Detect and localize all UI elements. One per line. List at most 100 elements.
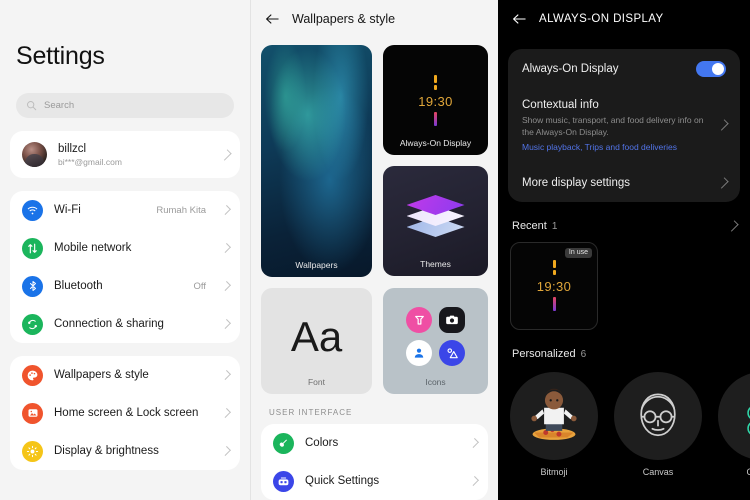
list-item[interactable]: Canvas	[614, 371, 702, 477]
contacts-icon	[406, 340, 432, 366]
contextual-info-title: Contextual info	[522, 99, 599, 111]
three-panel-screenshot: Settings Search billzcl bi***@gmail.com	[0, 0, 750, 500]
back-arrow-icon[interactable]	[512, 13, 527, 25]
list-item-quick-settings[interactable]: Quick Settings	[261, 462, 488, 500]
bitmoji-avatar-icon	[510, 371, 598, 460]
sidebar-item-bluetooth[interactable]: Bluetooth Off	[10, 267, 240, 305]
list-item-colors[interactable]: Colors	[261, 424, 488, 462]
aod-preview-time: 19:30	[536, 279, 572, 295]
account-row[interactable]: billzcl bi***@gmail.com	[10, 131, 240, 178]
sidebar-item-mobile-network[interactable]: Mobile network	[10, 229, 240, 267]
tile-caption: Wallpapers	[295, 260, 338, 270]
sidebar-item-home-lock-screen[interactable]: Home screen & Lock screen	[10, 394, 240, 432]
sidebar-item-wifi[interactable]: Wi-Fi Rumah Kita	[10, 191, 240, 229]
always-on-display-tile[interactable]: 19:30 Always-On Display	[383, 45, 488, 155]
connection-sharing-icon	[22, 313, 43, 335]
contextual-info-row[interactable]: Contextual info Show music, transport, a…	[522, 89, 729, 164]
chevron-right-icon	[727, 220, 739, 232]
sidebar-item-label: Wallpapers & style	[54, 369, 149, 381]
font-tile[interactable]: Aa Font	[261, 288, 372, 394]
aod-preview-time: 19:30	[418, 93, 453, 109]
image-icon	[22, 402, 43, 424]
search-input[interactable]: Search	[16, 93, 234, 118]
connectivity-group: Wi-Fi Rumah Kita Mobile network Bluetoot…	[10, 191, 240, 343]
sidebar-item-label: Wi-Fi	[54, 204, 81, 216]
page-title: Settings	[16, 42, 105, 70]
sidebar-item-label: Connection & sharing	[54, 318, 164, 330]
chevron-right-icon	[469, 438, 479, 448]
list-item-label: Bitmoji	[540, 466, 568, 477]
appbar: Wallpapers & style	[251, 0, 498, 37]
more-display-settings-row[interactable]: More display settings	[522, 164, 729, 202]
wallpapers-tile[interactable]: Wallpapers	[261, 45, 372, 277]
floral-pattern-icon	[718, 371, 750, 460]
themes-tile[interactable]: Themes	[383, 166, 488, 276]
sidebar-item-connection-sharing[interactable]: Connection & sharing	[10, 305, 240, 343]
status-badge: In use	[564, 247, 592, 258]
recent-aod-card[interactable]: In use 19:30	[510, 241, 598, 330]
sidebar-item-label: Mobile network	[54, 242, 132, 254]
sidebar-item-wallpapers-style[interactable]: Wallpapers & style	[10, 356, 240, 394]
color-brush-icon	[273, 432, 294, 454]
personalized-title: Personalized	[512, 347, 576, 360]
chevron-right-icon	[221, 408, 231, 418]
icon-pack-preview	[406, 307, 465, 366]
always-on-display-toggle[interactable]	[696, 61, 726, 77]
recent-section-header[interactable]: Recent 1	[498, 202, 750, 232]
sidebar-item-display-brightness[interactable]: Display & brightness	[10, 432, 240, 470]
personalization-group: Wallpapers & style Home screen & Lock sc…	[10, 356, 240, 470]
wifi-icon	[22, 199, 43, 221]
list-item[interactable]: Custom	[718, 371, 750, 477]
contextual-info-link[interactable]: Music playback, Trips and food deliverie…	[522, 142, 706, 152]
icons-tile[interactable]: Icons	[383, 288, 488, 394]
face-sketch-icon	[614, 371, 702, 460]
account-card[interactable]: billzcl bi***@gmail.com	[10, 131, 240, 178]
chevron-right-icon	[221, 370, 231, 380]
personalized-title-wrap: Personalized 6	[512, 348, 736, 360]
recent-title-wrap: Recent 1	[512, 220, 724, 232]
wallpapers-style-panel: Wallpapers & style Wallpapers 19:30 Alwa…	[250, 0, 498, 500]
list-item[interactable]: Bitmoji	[510, 371, 598, 477]
section-label-user-interface: USER INTERFACE	[269, 408, 353, 417]
font-sample: Aa	[290, 313, 343, 360]
always-on-display-toggle-row[interactable]: Always-On Display	[522, 49, 726, 89]
avatar	[22, 142, 47, 167]
palette-icon	[22, 364, 43, 386]
style-tiles-row2: Aa Font Icons	[251, 277, 498, 394]
layers-icon	[406, 195, 465, 241]
account-email: bi***@gmail.com	[58, 156, 122, 167]
personalized-section-header: Personalized 6	[498, 330, 750, 360]
chevron-right-icon	[221, 281, 231, 291]
tile-caption: Themes	[420, 259, 451, 269]
account-name: billzcl	[58, 142, 87, 155]
list-item-label: Canvas	[642, 466, 674, 477]
sidebar-item-label: Display & brightness	[54, 445, 159, 457]
mobile-network-icon	[22, 237, 43, 259]
list-item-label: Custom	[746, 466, 750, 477]
chevron-right-icon	[717, 119, 729, 132]
gallery-icon	[439, 340, 465, 366]
chevron-right-icon	[220, 148, 232, 161]
bluetooth-icon	[22, 275, 43, 297]
personalized-items: Bitmoji Canvas C	[498, 360, 750, 477]
chevron-right-icon	[717, 177, 729, 189]
back-arrow-icon[interactable]	[265, 13, 280, 25]
appbar-dark: ALWAYS-ON DISPLAY	[498, 0, 750, 37]
chevron-right-icon	[221, 205, 231, 215]
sidebar-item-value: Off	[193, 280, 207, 292]
personalized-count: 6	[580, 348, 587, 360]
chevron-right-icon	[221, 319, 231, 329]
contextual-info-description: Show music, transport, and food delivery…	[522, 115, 704, 137]
search-icon	[27, 101, 37, 111]
chevron-right-icon	[221, 446, 231, 456]
aod-preview-graphic	[434, 74, 437, 90]
appbar-title: ALWAYS-ON DISPLAY	[539, 12, 664, 25]
list-item-label: Colors	[305, 437, 339, 449]
recent-count: 1	[551, 220, 558, 232]
flashlight-icon	[406, 307, 432, 333]
settings-panel: Settings Search billzcl bi***@gmail.com	[0, 0, 250, 500]
camera-icon	[439, 307, 465, 333]
chevron-right-icon	[469, 476, 479, 486]
recent-items: In use 19:30	[498, 232, 750, 330]
quick-settings-icon	[273, 470, 294, 492]
